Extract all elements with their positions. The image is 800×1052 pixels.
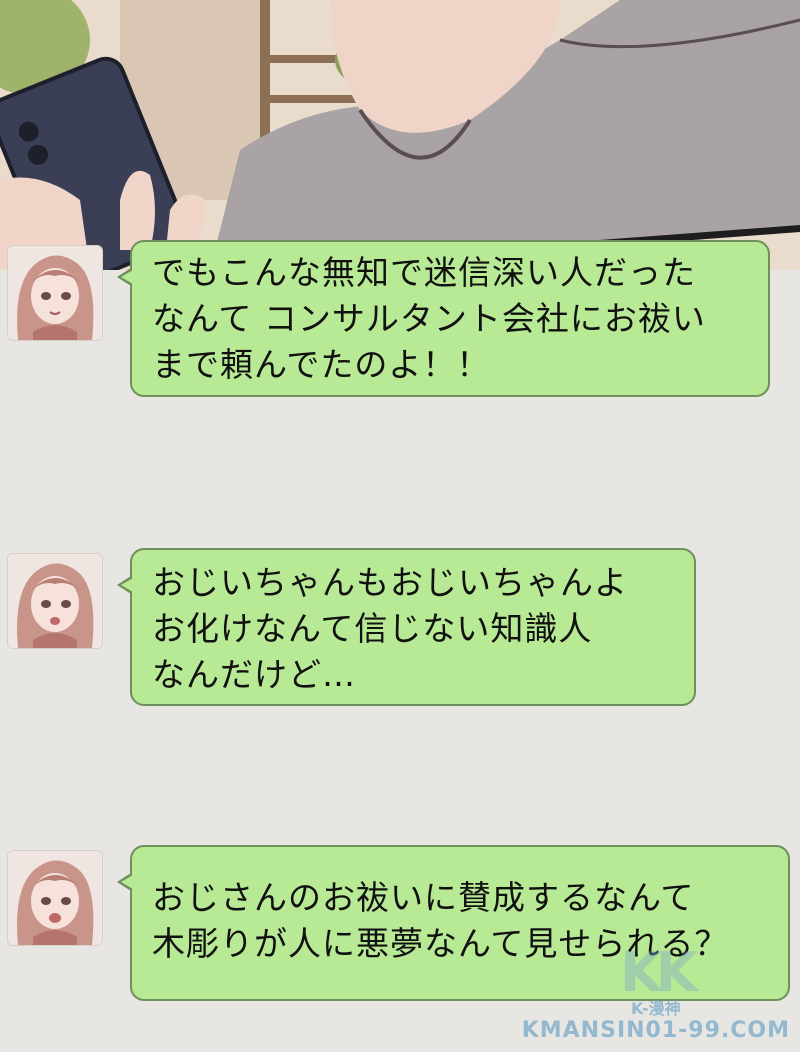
watermark-logo: KK: [620, 941, 698, 1004]
avatar-girl-icon: [8, 554, 102, 648]
avatar: [7, 850, 103, 946]
avatar-girl-icon: [8, 851, 102, 945]
avatar: [7, 553, 103, 649]
avatar: [7, 245, 103, 341]
chat-area: でもこんな無知で迷信深い人だった なんて コンサルタント会社にお祓い まで頼んで…: [0, 0, 800, 1052]
message-bubble: おじいちゃんもおじいちゃんよ お化けなんて信じない知識人 なんだけど…: [117, 548, 696, 706]
message-bubble: でもこんな無知で迷信深い人だった なんて コンサルタント会社にお祓い まで頼んで…: [117, 240, 770, 397]
watermark-url: KMANSIN01-99.COM: [521, 1018, 790, 1043]
watermark: KK K-漫神 KMANSIN01-99.COM: [522, 946, 790, 1044]
avatar-girl-icon: [8, 246, 102, 340]
